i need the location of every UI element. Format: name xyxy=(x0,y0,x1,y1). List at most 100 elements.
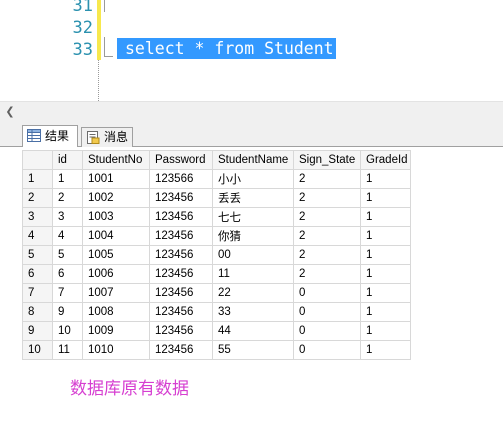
grid-cell[interactable]: 123456 xyxy=(149,302,213,322)
grid-cell[interactable]: 1002 xyxy=(82,188,150,208)
grid-cell[interactable]: 1004 xyxy=(82,226,150,246)
table-row[interactable]: 8 9 1008 123456 33 0 1 xyxy=(22,302,411,322)
grid-cell[interactable]: 22 xyxy=(212,283,294,303)
grid-cell[interactable]: 1 xyxy=(360,226,411,246)
grid-cell[interactable]: 123566 xyxy=(149,169,213,189)
column-header[interactable]: StudentNo xyxy=(82,150,150,170)
row-number[interactable]: 6 xyxy=(22,264,53,284)
grid-cell[interactable]: 123456 xyxy=(149,264,213,284)
grid-cell[interactable]: 00 xyxy=(212,245,294,265)
grid-cell[interactable]: 11 xyxy=(52,340,83,360)
grid-cell[interactable]: 6 xyxy=(52,264,83,284)
grid-cell[interactable]: 1003 xyxy=(82,207,150,227)
grid-cell[interactable]: 1001 xyxy=(82,169,150,189)
grid-cell[interactable]: 2 xyxy=(293,226,361,246)
row-number[interactable]: 10 xyxy=(22,340,53,360)
row-number[interactable]: 7 xyxy=(22,283,53,303)
grid-cell[interactable]: 5 xyxy=(52,245,83,265)
grid-cell[interactable]: 123456 xyxy=(149,245,213,265)
column-header[interactable]: id xyxy=(52,150,83,170)
row-number[interactable]: 8 xyxy=(22,302,53,322)
table-row[interactable]: 6 6 1006 123456 11 2 1 xyxy=(22,264,411,284)
grid-cell[interactable]: 4 xyxy=(52,226,83,246)
table-row[interactable]: 9 10 1009 123456 44 0 1 xyxy=(22,321,411,341)
grid-cell[interactable]: 7 xyxy=(52,283,83,303)
grid-cell[interactable]: 1 xyxy=(360,188,411,208)
table-row[interactable]: 2 2 1002 123456 丢丢 2 1 xyxy=(22,188,411,208)
grid-cell[interactable]: 0 xyxy=(293,283,361,303)
row-number[interactable]: 5 xyxy=(22,245,53,265)
grid-cell[interactable]: 2 xyxy=(293,207,361,227)
grid-header-row: id StudentNo Password StudentName Sign_S… xyxy=(22,150,411,170)
grid-cell[interactable]: 1008 xyxy=(82,302,150,322)
outline-fold-line xyxy=(104,0,105,12)
grid-cell[interactable]: 1009 xyxy=(82,321,150,341)
grid-cell[interactable]: 123456 xyxy=(149,207,213,227)
row-number[interactable]: 3 xyxy=(22,207,53,227)
grid-cell[interactable]: 0 xyxy=(293,321,361,341)
grid-cell[interactable]: 1 xyxy=(360,245,411,265)
grid-cell[interactable]: 123456 xyxy=(149,340,213,360)
table-row[interactable]: 5 5 1005 123456 00 2 1 xyxy=(22,245,411,265)
row-header-corner[interactable] xyxy=(22,150,53,170)
table-row[interactable]: 4 4 1004 123456 你猜 2 1 xyxy=(22,226,411,246)
grid-cell[interactable]: 3 xyxy=(52,207,83,227)
tab-results[interactable]: 结果 xyxy=(22,125,78,148)
grid-cell[interactable]: 11 xyxy=(212,264,294,284)
tab-messages-label: 消息 xyxy=(104,130,129,144)
line-number: 31 xyxy=(72,0,93,16)
grid-cell[interactable]: 丢丢 xyxy=(212,188,294,208)
column-header[interactable]: Password xyxy=(149,150,213,170)
scroll-left-arrow-icon[interactable]: ❮ xyxy=(2,103,18,120)
grid-cell[interactable]: 1 xyxy=(360,302,411,322)
grid-cell[interactable]: 七七 xyxy=(212,207,294,227)
grid-cell[interactable]: 123456 xyxy=(149,188,213,208)
grid-cell[interactable]: 你猜 xyxy=(212,226,294,246)
table-row[interactable]: 1 1 1001 123566 小小 2 1 xyxy=(22,169,411,189)
annotation-note: 数据库原有数据 xyxy=(70,379,189,399)
table-row[interactable]: 10 11 1010 123456 55 0 1 xyxy=(22,340,411,360)
table-row[interactable]: 3 3 1003 123456 七七 2 1 xyxy=(22,207,411,227)
tab-messages[interactable]: 消息 xyxy=(81,127,133,147)
grid-cell[interactable]: 33 xyxy=(212,302,294,322)
grid-cell[interactable]: 2 xyxy=(293,264,361,284)
grid-cell[interactable]: 123456 xyxy=(149,283,213,303)
grid-cell[interactable]: 2 xyxy=(293,169,361,189)
row-number[interactable]: 9 xyxy=(22,321,53,341)
column-header[interactable]: Sign_State xyxy=(293,150,361,170)
editor-horizontal-scrollbar[interactable]: ❮ xyxy=(0,101,503,121)
grid-cell[interactable]: 2 xyxy=(52,188,83,208)
grid-cell[interactable]: 0 xyxy=(293,302,361,322)
grid-cell[interactable]: 1 xyxy=(360,264,411,284)
grid-cell[interactable]: 1 xyxy=(360,169,411,189)
line-number-gutter: 31 32 33 xyxy=(0,0,97,101)
grid-cell[interactable]: 1 xyxy=(52,169,83,189)
grid-cell[interactable]: 1 xyxy=(360,207,411,227)
grid-cell[interactable]: 0 xyxy=(293,340,361,360)
grid-cell[interactable]: 2 xyxy=(293,188,361,208)
row-number[interactable]: 2 xyxy=(22,188,53,208)
grid-cell[interactable]: 9 xyxy=(52,302,83,322)
grid-cell[interactable]: 44 xyxy=(212,321,294,341)
row-number[interactable]: 1 xyxy=(22,169,53,189)
grid-cell[interactable]: 小小 xyxy=(212,169,294,189)
grid-cell[interactable]: 1007 xyxy=(82,283,150,303)
grid-cell[interactable]: 1010 xyxy=(82,340,150,360)
grid-cell[interactable]: 1006 xyxy=(82,264,150,284)
grid-cell[interactable]: 123456 xyxy=(149,321,213,341)
results-grid[interactable]: id StudentNo Password StudentName Sign_S… xyxy=(22,150,411,360)
table-row[interactable]: 7 7 1007 123456 22 0 1 xyxy=(22,283,411,303)
row-number[interactable]: 4 xyxy=(22,226,53,246)
grid-cell[interactable]: 55 xyxy=(212,340,294,360)
column-header[interactable]: StudentName xyxy=(212,150,294,170)
grid-cell[interactable]: 1 xyxy=(360,321,411,341)
grid-cell[interactable]: 1 xyxy=(360,340,411,360)
selected-sql-statement[interactable]: select * from Student xyxy=(117,38,336,59)
query-editor[interactable]: 31 32 33 select * from Student xyxy=(0,0,503,101)
column-header[interactable]: GradeId xyxy=(360,150,411,170)
grid-cell[interactable]: 1 xyxy=(360,283,411,303)
grid-cell[interactable]: 10 xyxy=(52,321,83,341)
grid-cell[interactable]: 1005 xyxy=(82,245,150,265)
grid-cell[interactable]: 2 xyxy=(293,245,361,265)
grid-cell[interactable]: 123456 xyxy=(149,226,213,246)
